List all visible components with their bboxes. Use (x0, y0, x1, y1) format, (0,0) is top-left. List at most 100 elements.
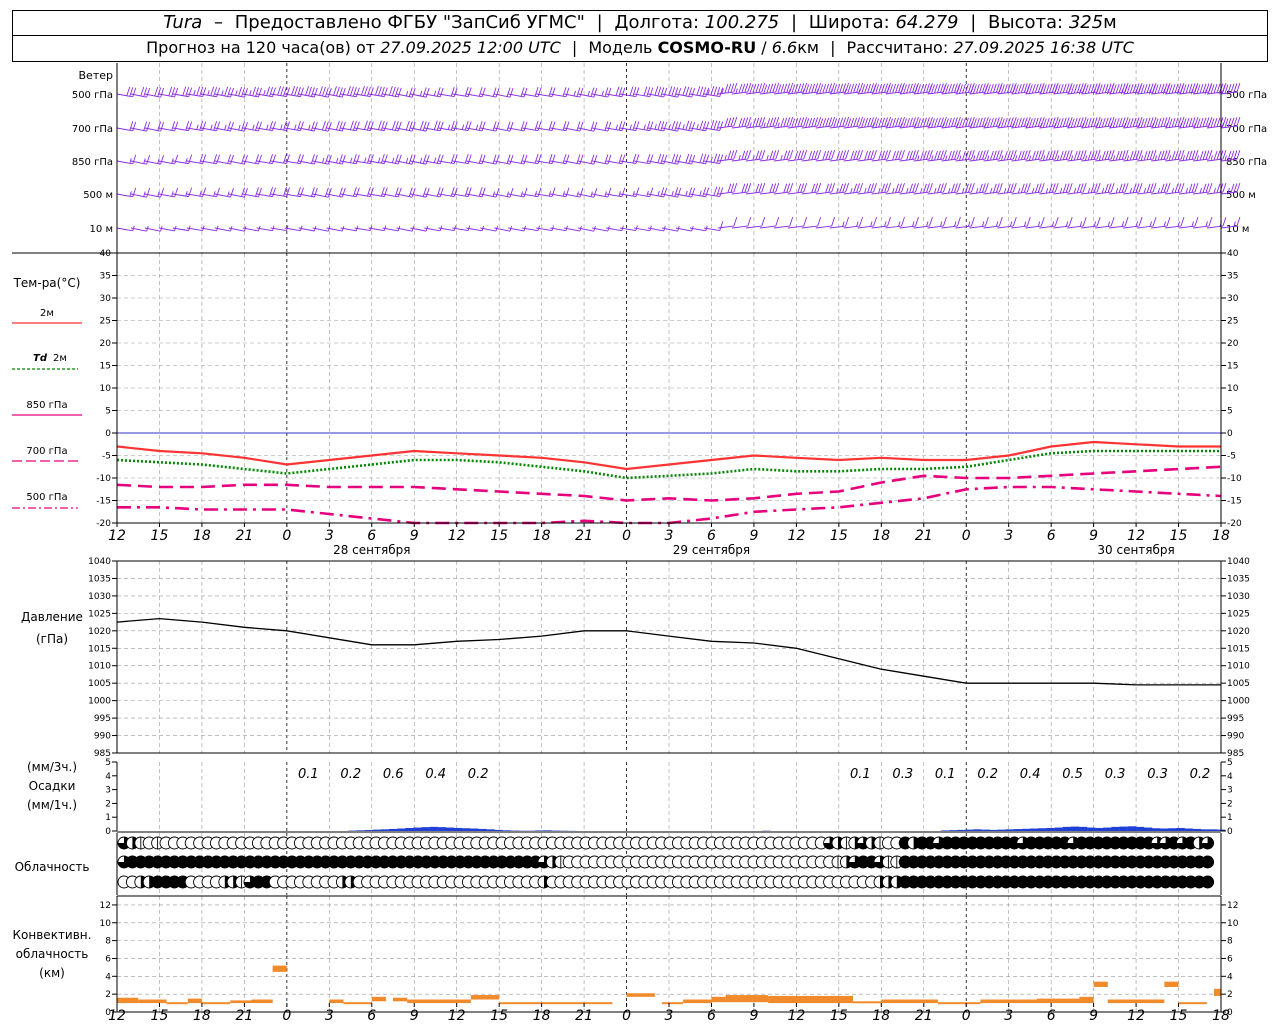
wind-barb-feather (741, 117, 746, 127)
wind-barb-feather (747, 216, 752, 227)
wind-barb-feather (1079, 221, 1083, 227)
convective-bar (1213, 988, 1221, 996)
wind-barb-feather (649, 187, 654, 197)
y-tick-label: 2 (105, 799, 111, 809)
wind-barb (1011, 225, 1028, 229)
wind-barb-feather (355, 187, 360, 197)
wind-barb-feather (967, 150, 972, 160)
wind-barb-feather (688, 121, 693, 131)
wind-barb-feather (945, 155, 948, 161)
wind-barb-feather (311, 187, 315, 197)
wind-barb (1025, 91, 1042, 95)
y-tick-label: 2 (1227, 990, 1233, 1000)
wind-barb-feather (780, 155, 783, 161)
wind-barb-feather (1000, 155, 1004, 161)
wind-barb-feather (188, 187, 193, 197)
wind-barb-feather (867, 83, 872, 93)
wind-level-label: 10 м (90, 224, 113, 235)
wind-barb-feather (733, 182, 738, 193)
wind-barb-feather (350, 157, 353, 163)
wind-barb (941, 191, 958, 195)
wind-barb-feather (364, 157, 367, 163)
wind-barb-feather (660, 187, 665, 197)
wind-barb-feather (1213, 151, 1218, 161)
wind-barb (885, 225, 902, 229)
wind-barb-feather (643, 124, 646, 130)
wind-barb-feather (1121, 150, 1126, 160)
x-tick-label: 6 (1047, 528, 1056, 544)
wind-barb-feather (780, 118, 785, 128)
wind-barb-feather (1034, 117, 1039, 127)
wind-barb-feather (663, 187, 668, 198)
wind-barb-feather (621, 121, 626, 131)
wind-barb-feather (1129, 118, 1134, 128)
wind-barb-feather (322, 120, 326, 131)
wind-barb-feather (1031, 84, 1036, 94)
wind-barb-feather (1199, 188, 1202, 194)
wind-barb-feather (1031, 118, 1036, 128)
wind-barb-feather (565, 121, 570, 131)
wind-barb-feather (1205, 183, 1210, 193)
wind-barb-feather (537, 154, 542, 164)
wind-barb-feather (699, 120, 704, 130)
wind-barb-feather (258, 154, 262, 165)
wind-barb (731, 225, 748, 229)
wind-barb-feather (998, 216, 1003, 227)
wind-barb-feather (1157, 84, 1162, 94)
wind-barb-feather (509, 188, 514, 198)
wind-barb-feather (174, 154, 179, 165)
x-tick-label: 15 (1170, 1008, 1188, 1024)
wind-barb (969, 225, 986, 229)
wind-barb-feather (1012, 216, 1017, 227)
y-tick-label: 1015 (88, 644, 111, 654)
precip-3h-label: 0.3 (892, 767, 913, 782)
wind-barb-feather (719, 121, 724, 131)
wind-barb-feather (436, 187, 441, 197)
wind-barb-feather (520, 154, 525, 164)
wind-barb (731, 91, 748, 95)
wind-barb-feather (887, 149, 891, 160)
precip-bar (989, 829, 999, 831)
wind-barb-feather (422, 87, 427, 97)
precip-bar (1046, 827, 1055, 831)
wind-barb-feather (901, 182, 905, 193)
x-tick-label: 21 (575, 528, 593, 544)
wind-barb-feather (699, 153, 704, 163)
wind-barb-feather (313, 87, 318, 98)
wind-barb-feather (394, 187, 399, 197)
wind-barb-feather (859, 216, 863, 227)
wind-barb-feather (677, 122, 682, 132)
wind-barb-feather (671, 120, 676, 131)
wind-barb-feather (433, 90, 437, 96)
wind-barb-feather (1048, 117, 1053, 127)
wind-barb-feather (800, 183, 805, 193)
y-tick-label: 30 (100, 294, 112, 304)
wind-level-label: 500 м (1226, 190, 1256, 201)
wind-barb-feather (674, 87, 679, 97)
wind-barb-feather (361, 85, 365, 96)
wind-barb-feather (579, 121, 584, 132)
wind-barb (1067, 225, 1084, 229)
wind-barb-feather (405, 120, 410, 131)
wind-barb-feather (1143, 188, 1147, 194)
wind-barb-feather (593, 122, 598, 132)
wind-barb-feather (272, 187, 276, 197)
wind-barb-feather (1216, 117, 1221, 127)
wind-barb-feather (873, 149, 877, 160)
wind-barb (1039, 125, 1056, 129)
wind-barb-feather (1104, 183, 1109, 193)
wind-barb-feather (607, 154, 612, 165)
wind-barb-feather (1073, 188, 1077, 194)
precip-bar (1184, 828, 1193, 831)
x-tick-label: 21 (235, 1008, 253, 1024)
wind-barb-feather (126, 86, 131, 96)
wind-barb-feather (447, 124, 451, 130)
wind-barb-feather (981, 183, 986, 193)
precip-3h-label: 0.2 (977, 767, 998, 782)
wind-barb-feather (565, 187, 570, 197)
wind-barb-feather (878, 188, 881, 194)
wind-barb-feather (333, 86, 337, 96)
precip-bar (437, 827, 447, 831)
precip-3h-label: 0.2 (468, 767, 489, 782)
wind-barb (1179, 225, 1196, 229)
